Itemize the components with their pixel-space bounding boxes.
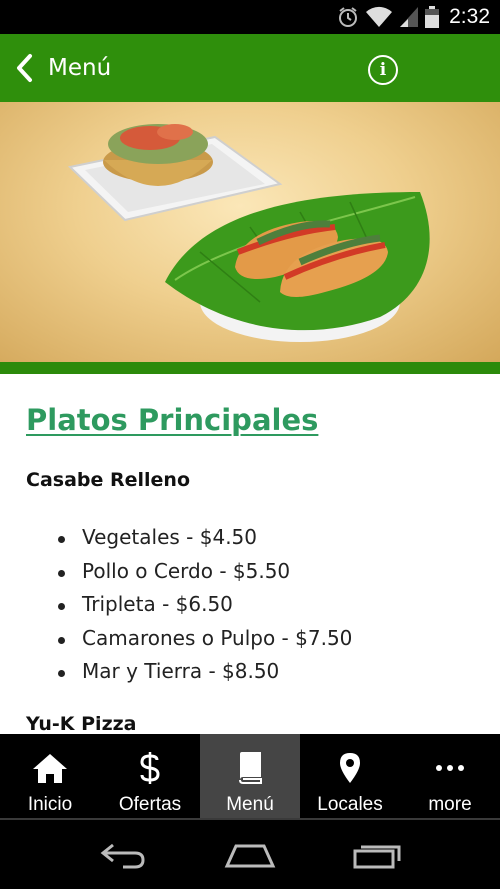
- tab-label: Menú: [226, 794, 274, 815]
- price-list: Vegetales - $4.50 Pollo o Cerdo - $5.50 …: [26, 521, 500, 689]
- battery-icon: [425, 6, 440, 28]
- wifi-icon: [366, 6, 393, 27]
- tab-label: Locales: [317, 794, 383, 815]
- recents-nav-button[interactable]: [342, 830, 412, 880]
- tab-bar: Inicio Ofertas Menú Locales more: [0, 734, 500, 820]
- recents-nav-icon: [353, 845, 401, 868]
- hero-divider: [0, 362, 500, 374]
- tab-menu[interactable]: Menú: [200, 734, 300, 820]
- home-nav-icon: [224, 844, 276, 867]
- list-item: Camarones o Pulpo - $7.50: [54, 622, 500, 656]
- status-time: 2:32: [449, 5, 490, 28]
- signal-icon: [400, 7, 419, 27]
- dollar-icon: [140, 752, 160, 784]
- chevron-left-icon: [17, 54, 32, 82]
- tab-label: more: [428, 794, 472, 815]
- hero-food-image: [0, 102, 500, 362]
- system-nav-bar: [0, 820, 500, 889]
- item-title: Casabe Relleno: [26, 469, 191, 491]
- tab-locales[interactable]: Locales: [300, 734, 400, 820]
- list-item: Tripleta - $6.50: [54, 588, 500, 622]
- page-title: Menú: [48, 55, 112, 81]
- alarm-icon: [339, 7, 358, 27]
- book-icon: [239, 752, 262, 784]
- tab-more[interactable]: more: [400, 734, 500, 820]
- tab-inicio[interactable]: Inicio: [0, 734, 100, 820]
- list-item: Pollo o Cerdo - $5.50: [54, 555, 500, 589]
- list-item: Vegetales - $4.50: [54, 521, 500, 555]
- location-pin-icon: [340, 753, 360, 783]
- back-button[interactable]: Menú: [0, 34, 111, 102]
- home-nav-button[interactable]: [215, 830, 285, 880]
- menu-content[interactable]: Platos Principales Casabe Relleno Vegeta…: [0, 374, 500, 734]
- info-icon: i: [379, 60, 387, 80]
- item-title: Yu-K Pizza: [26, 712, 137, 735]
- tab-ofertas[interactable]: Ofertas: [100, 734, 200, 820]
- action-bar: Menú i: [0, 34, 500, 102]
- tab-label: Inicio: [27, 794, 73, 815]
- section-title: Platos Principales: [26, 403, 319, 437]
- home-icon: [33, 754, 67, 783]
- back-nav-button[interactable]: [88, 830, 158, 880]
- more-dots-icon: [436, 765, 464, 771]
- back-nav-icon: [100, 843, 145, 868]
- info-button[interactable]: i: [368, 55, 398, 85]
- list-item: Mar y Tierra - $8.50: [54, 655, 500, 689]
- status-bar: 2:32: [0, 0, 500, 34]
- tab-label: Ofertas: [118, 794, 182, 815]
